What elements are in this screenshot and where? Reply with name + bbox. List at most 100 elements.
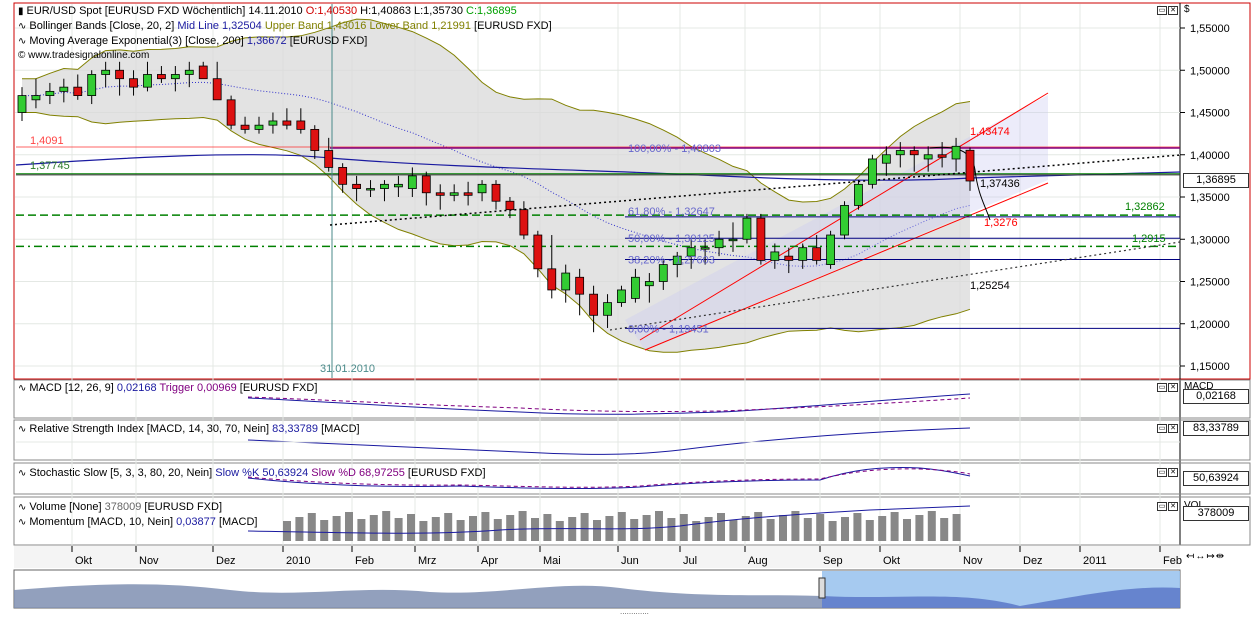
candle-body-down bbox=[463, 192, 473, 196]
volume-bar bbox=[890, 512, 899, 541]
y-tick-label: 1,30000 bbox=[1190, 234, 1230, 246]
candle-body-up bbox=[561, 272, 571, 291]
candle-body-down bbox=[226, 99, 236, 126]
close-panel-button[interactable]: ✕ bbox=[1168, 502, 1178, 511]
candle-body-down bbox=[547, 268, 557, 291]
expand-icon[interactable]: ↔ bbox=[1195, 551, 1206, 562]
candle bbox=[826, 230, 835, 269]
candle-body-up bbox=[658, 264, 668, 282]
volume-bar bbox=[419, 521, 428, 541]
close-panel-button[interactable]: ✕ bbox=[1168, 6, 1178, 15]
label-137745: 1,37745 bbox=[30, 160, 70, 172]
volume-bar bbox=[903, 519, 911, 541]
volume-bar bbox=[617, 512, 626, 541]
volume-bar bbox=[345, 512, 353, 541]
volume-bar bbox=[307, 513, 316, 541]
volume-bar bbox=[320, 520, 329, 541]
y-tick-label: 1,45000 bbox=[1190, 108, 1230, 120]
macd-name: MACD [12, 26, 9] bbox=[29, 382, 114, 394]
close-panel-button[interactable]: ✕ bbox=[1168, 424, 1178, 433]
volume-bar bbox=[779, 515, 787, 541]
indicator-icon: ∿ bbox=[18, 36, 27, 47]
y-tick-label: 1,25000 bbox=[1190, 277, 1230, 289]
candle bbox=[854, 180, 863, 210]
candle-body-up bbox=[840, 205, 849, 236]
volume-bar bbox=[655, 511, 663, 541]
indicator-icon: ∿ bbox=[18, 502, 27, 513]
x-tick-label: Feb bbox=[355, 555, 374, 567]
rsi-val: 83,33789 bbox=[272, 423, 319, 435]
mom-val: 0,03877 bbox=[176, 516, 216, 528]
candle-body-up bbox=[714, 238, 724, 249]
volume-bar bbox=[878, 516, 887, 541]
candle-body-down bbox=[73, 86, 83, 97]
symbol-label: EUR/USD Spot [EURUSD FXD Wöchentlich] bbox=[26, 5, 246, 17]
candle-body-down bbox=[589, 293, 598, 316]
volume-bar bbox=[952, 514, 961, 541]
restore-panel-button[interactable]: ▭ bbox=[1157, 424, 1167, 433]
candle-body-down bbox=[533, 234, 543, 270]
restore-panel-button[interactable]: ▭ bbox=[1157, 383, 1167, 392]
last-price-box: 1,36895 bbox=[1183, 173, 1249, 188]
indicator-icon: ∿ bbox=[18, 468, 27, 479]
candle-body-up bbox=[923, 154, 933, 160]
volume-bar bbox=[531, 518, 539, 541]
vol-name: Volume [None] bbox=[29, 501, 102, 513]
candle-body-up bbox=[170, 74, 180, 80]
scroll-controls[interactable]: ↤↔↦⇹ bbox=[1186, 551, 1225, 562]
volume-bar bbox=[853, 513, 862, 541]
volume-bar bbox=[407, 514, 415, 541]
volume-bar bbox=[580, 513, 589, 541]
volume-bar bbox=[469, 516, 477, 541]
label-125254: 1,25254 bbox=[970, 280, 1010, 292]
x-tick-label: Jun bbox=[621, 555, 639, 567]
scroll-right-icon[interactable]: ↦ bbox=[1206, 551, 1215, 562]
x-tick-label: 2010 bbox=[286, 555, 310, 567]
x-tick-label: Okt bbox=[883, 555, 900, 567]
macd-src: [EURUSD FXD] bbox=[239, 382, 318, 394]
restore-panel-button[interactable]: ▭ bbox=[1157, 502, 1167, 511]
x-axis-band bbox=[14, 546, 1180, 568]
x-tick-label: Sep bbox=[823, 555, 843, 567]
scroll-left-icon[interactable]: ↤ bbox=[1186, 551, 1195, 562]
volume-bar bbox=[593, 520, 601, 541]
candle-body-down bbox=[212, 78, 222, 101]
x-tick-label: Dez bbox=[216, 555, 236, 567]
candle-body-up bbox=[868, 158, 877, 185]
stoch-src: [EURUSD FXD] bbox=[407, 467, 486, 479]
stoch-legend: ∿ Stochastic Slow [5, 3, 3, 80, 20, Nein]… bbox=[18, 466, 486, 481]
restore-panel-button[interactable]: ▭ bbox=[1157, 468, 1167, 477]
rsi-name: Relative Strength Index [MACD, 14, 30, 7… bbox=[29, 423, 270, 435]
open-label: O:1,40530 bbox=[305, 5, 358, 17]
close-panel-button[interactable]: ✕ bbox=[1168, 383, 1178, 392]
volume-bar bbox=[679, 514, 688, 541]
candle-body-down bbox=[435, 192, 445, 196]
candle-body-up bbox=[184, 69, 194, 75]
candle-body-up bbox=[742, 217, 752, 240]
x-tick-label: Nov bbox=[963, 555, 983, 567]
y-tick-label: 1,15000 bbox=[1190, 361, 1230, 373]
volume-bar bbox=[506, 515, 515, 541]
candle-body-up bbox=[770, 251, 780, 261]
close-panel-button[interactable]: ✕ bbox=[1168, 468, 1178, 477]
candle-body-up bbox=[798, 247, 808, 261]
candle-body-up bbox=[45, 90, 55, 96]
label-fib-0: 0,00% - 1,19451 bbox=[628, 323, 709, 335]
mom-name: Momentum [MACD, 10, Nein] bbox=[29, 516, 174, 528]
indicator-icon: ∿ bbox=[18, 383, 27, 394]
vol-value-box: 378009 bbox=[1183, 506, 1249, 521]
candle-body-up bbox=[644, 281, 654, 287]
candle-body-down bbox=[909, 150, 919, 156]
ema-src: [EURUSD FXD] bbox=[289, 35, 368, 47]
bb-src: [EURUSD FXD] bbox=[474, 20, 552, 32]
volume-bar bbox=[630, 519, 639, 541]
candle-body-up bbox=[17, 95, 27, 113]
x-tick-label: Feb bbox=[1163, 555, 1182, 567]
candle-body-up bbox=[700, 247, 710, 250]
candle bbox=[840, 201, 849, 240]
fit-icon[interactable]: ⇹ bbox=[1216, 551, 1225, 562]
candle-body-up bbox=[268, 120, 278, 126]
restore-panel-button[interactable]: ▭ bbox=[1157, 6, 1167, 15]
x-tick-label: Mrz bbox=[418, 555, 436, 567]
volume-bar bbox=[717, 513, 725, 541]
